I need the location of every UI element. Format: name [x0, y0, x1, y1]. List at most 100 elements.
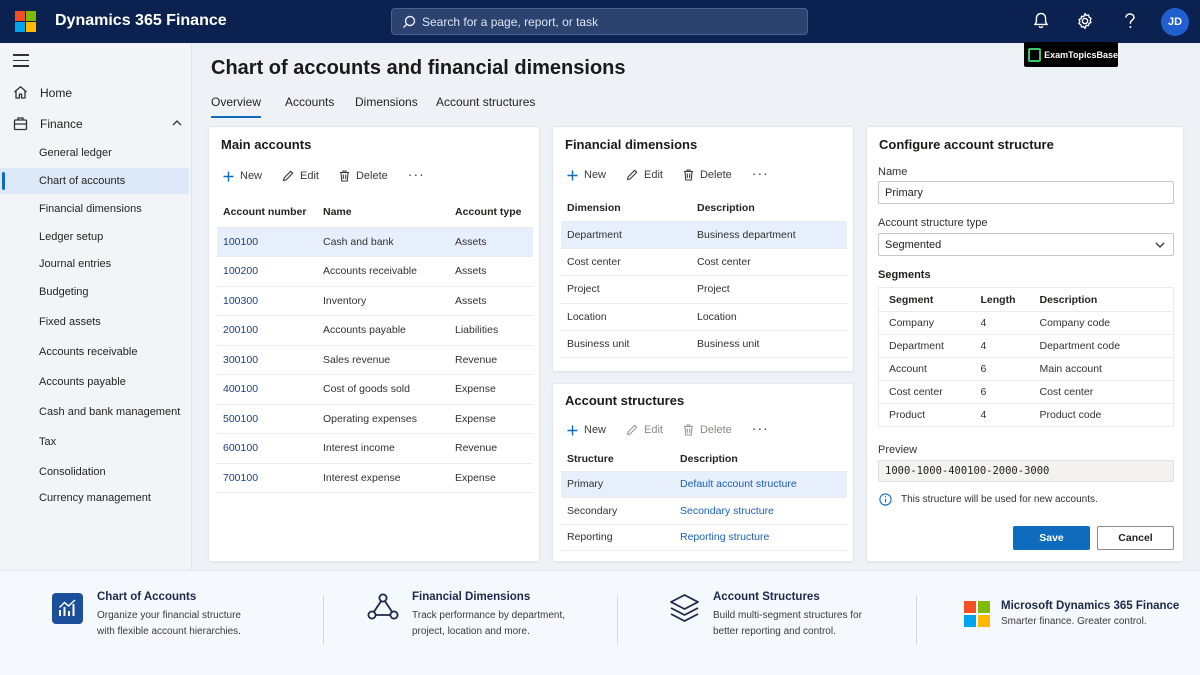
save-button[interactable]: Save [1013, 526, 1090, 550]
column-header[interactable]: Description [691, 195, 847, 221]
column-header[interactable]: Account type [449, 197, 533, 227]
table-header-row: Structure Description [561, 447, 847, 471]
delete-button[interactable]: Delete [683, 424, 732, 436]
table-cell: Cost center [889, 386, 943, 398]
table-row[interactable]: Reporting Reporting structure [561, 524, 847, 551]
new-button[interactable]: New [223, 170, 262, 182]
sidebar-item-consolidation[interactable]: Consolidation [0, 459, 189, 485]
table-row[interactable]: 100300 Inventory Assets [217, 286, 533, 316]
sidebar-item-journal-entries[interactable]: Journal entries [0, 251, 189, 277]
structure-type-select[interactable]: Segmented [878, 233, 1174, 256]
table-cell: Revenue [455, 353, 498, 366]
table-row[interactable]: 100200 Accounts receivable Assets [217, 257, 533, 286]
column-header[interactable]: Dimension [561, 195, 691, 221]
table-row[interactable]: Cost center Cost center [561, 248, 847, 276]
sidebar-item-financial-dimensions[interactable]: Financial dimensions [0, 196, 189, 222]
sidebar-item-accounts-receivable[interactable]: Accounts receivable [0, 339, 189, 365]
gear-icon[interactable] [1075, 11, 1095, 31]
table-row[interactable]: Business unit Business unit [561, 331, 847, 358]
info-text: This structure will be used for new acco… [901, 494, 1098, 505]
table-row[interactable]: 200100 Accounts payable Liabilities [217, 316, 533, 345]
table-row[interactable]: 100100 Cash and bank Assets [217, 227, 533, 257]
more-options-icon[interactable]: ··· [408, 166, 425, 182]
table-row[interactable]: Product 4 Product code [878, 404, 1174, 427]
table-row[interactable]: Account 6 Main account [878, 358, 1174, 381]
watermark-icon [1028, 47, 1042, 62]
table-row[interactable]: 600100 Interest income Revenue [217, 434, 533, 463]
more-options-icon[interactable]: ··· [752, 420, 769, 436]
delete-button[interactable]: Delete [339, 170, 388, 182]
new-label: New [240, 170, 263, 182]
name-input[interactable]: Primary [878, 181, 1174, 204]
user-avatar[interactable]: JD [1161, 8, 1189, 36]
watermark-logo: ExamTopicsBase [1024, 42, 1118, 67]
tab-overview[interactable]: Overview [211, 95, 262, 118]
sidebar-item-budgeting[interactable]: Budgeting [0, 279, 189, 305]
sidebar-item-home[interactable]: Home [13, 85, 72, 100]
new-label: New [584, 169, 607, 181]
sidebar-item-cash-and-bank-management[interactable]: Cash and bank management [0, 399, 189, 425]
search-box[interactable]: Search for a page, report, or task [391, 8, 808, 35]
table-row[interactable]: Primary Default account structure [561, 471, 847, 498]
table-row[interactable]: Department Business department [561, 221, 847, 249]
footer-item-d365-brand: Microsoft Dynamics 365 Finance Smarter f… [1001, 600, 1191, 630]
footer-title: Account Structures [713, 591, 820, 603]
table-cell: Cash and bank [323, 235, 394, 248]
chevron-up-icon[interactable] [172, 119, 182, 126]
table-row[interactable]: Department 4 Department code [878, 335, 1174, 358]
table-row[interactable]: 300100 Sales revenue Revenue [217, 345, 533, 375]
sidebar-item-accounts-payable[interactable]: Accounts payable [0, 369, 189, 395]
page-title: Chart of accounts and financial dimensio… [211, 57, 626, 79]
table-row[interactable]: 500100 Operating expenses Expense [217, 404, 533, 434]
column-header[interactable]: Structure [561, 447, 674, 471]
column-header[interactable]: Account number [217, 197, 317, 227]
table-cell: Expense [455, 412, 496, 425]
column-header[interactable]: Description [1034, 288, 1174, 312]
table-cell: Sales revenue [323, 353, 391, 366]
table-cell: Department [567, 228, 622, 241]
delete-button[interactable]: Delete [683, 169, 732, 181]
name-label: Name [878, 166, 908, 178]
new-button[interactable]: New [567, 169, 606, 181]
table-row[interactable]: 400100 Cost of goods sold Expense [217, 375, 533, 404]
hamburger-menu-icon[interactable] [13, 54, 29, 67]
help-icon[interactable] [1120, 11, 1140, 31]
table-row[interactable]: Company 4 Company code [878, 312, 1174, 335]
tab-account-structures[interactable]: Account structures [436, 95, 535, 109]
sidebar-item-currency-management[interactable]: Currency management [0, 485, 189, 511]
sidebar-item-general-ledger[interactable]: General ledger [0, 140, 189, 166]
footer-desc: Smarter finance. Greater control. [1001, 616, 1147, 627]
microsoft-logo-icon[interactable] [15, 11, 36, 32]
tab-dimensions[interactable]: Dimensions [355, 95, 418, 109]
edit-button[interactable]: Edit [282, 170, 319, 182]
new-button[interactable]: New [567, 424, 606, 436]
sidebar-item-finance[interactable]: Finance [13, 116, 83, 131]
more-options-icon[interactable]: ··· [752, 165, 769, 181]
bell-icon[interactable] [1031, 11, 1051, 31]
table-cell: Main account [1039, 363, 1102, 375]
cancel-button[interactable]: Cancel [1097, 526, 1174, 550]
table-row[interactable]: Cost center 6 Cost center [878, 381, 1174, 404]
sidebar-item-fixed-assets[interactable]: Fixed assets [0, 309, 189, 335]
sidebar-home-label: Home [40, 85, 73, 100]
table-cell: Assets [455, 235, 487, 248]
table-row[interactable]: Secondary Secondary structure [561, 498, 847, 524]
structure-type-label: Account structure type [878, 217, 988, 229]
column-header[interactable]: Length [975, 288, 1034, 312]
app-title[interactable]: Dynamics 365 Finance [55, 12, 227, 30]
tab-accounts[interactable]: Accounts [285, 95, 334, 109]
table-row[interactable]: 700100 Interest expense Expense [217, 463, 533, 493]
sidebar-item-ledger-setup[interactable]: Ledger setup [0, 224, 189, 250]
edit-button[interactable]: Edit [626, 169, 663, 181]
column-header[interactable]: Segment [879, 288, 975, 312]
edit-button[interactable]: Edit [626, 424, 663, 436]
table-cell: Interest income [323, 442, 395, 455]
sidebar-item-tax[interactable]: Tax [0, 429, 189, 455]
table-cell: 4 [980, 340, 987, 352]
table-row[interactable]: Project Project [561, 276, 847, 304]
table-row[interactable]: Location Location [561, 303, 847, 331]
column-header[interactable]: Description [674, 447, 847, 471]
sidebar-item-chart-of-accounts[interactable]: Chart of accounts [0, 168, 189, 194]
column-header[interactable]: Name [317, 197, 449, 227]
footer-desc: Build multi-segment structures for bette… [713, 610, 862, 637]
